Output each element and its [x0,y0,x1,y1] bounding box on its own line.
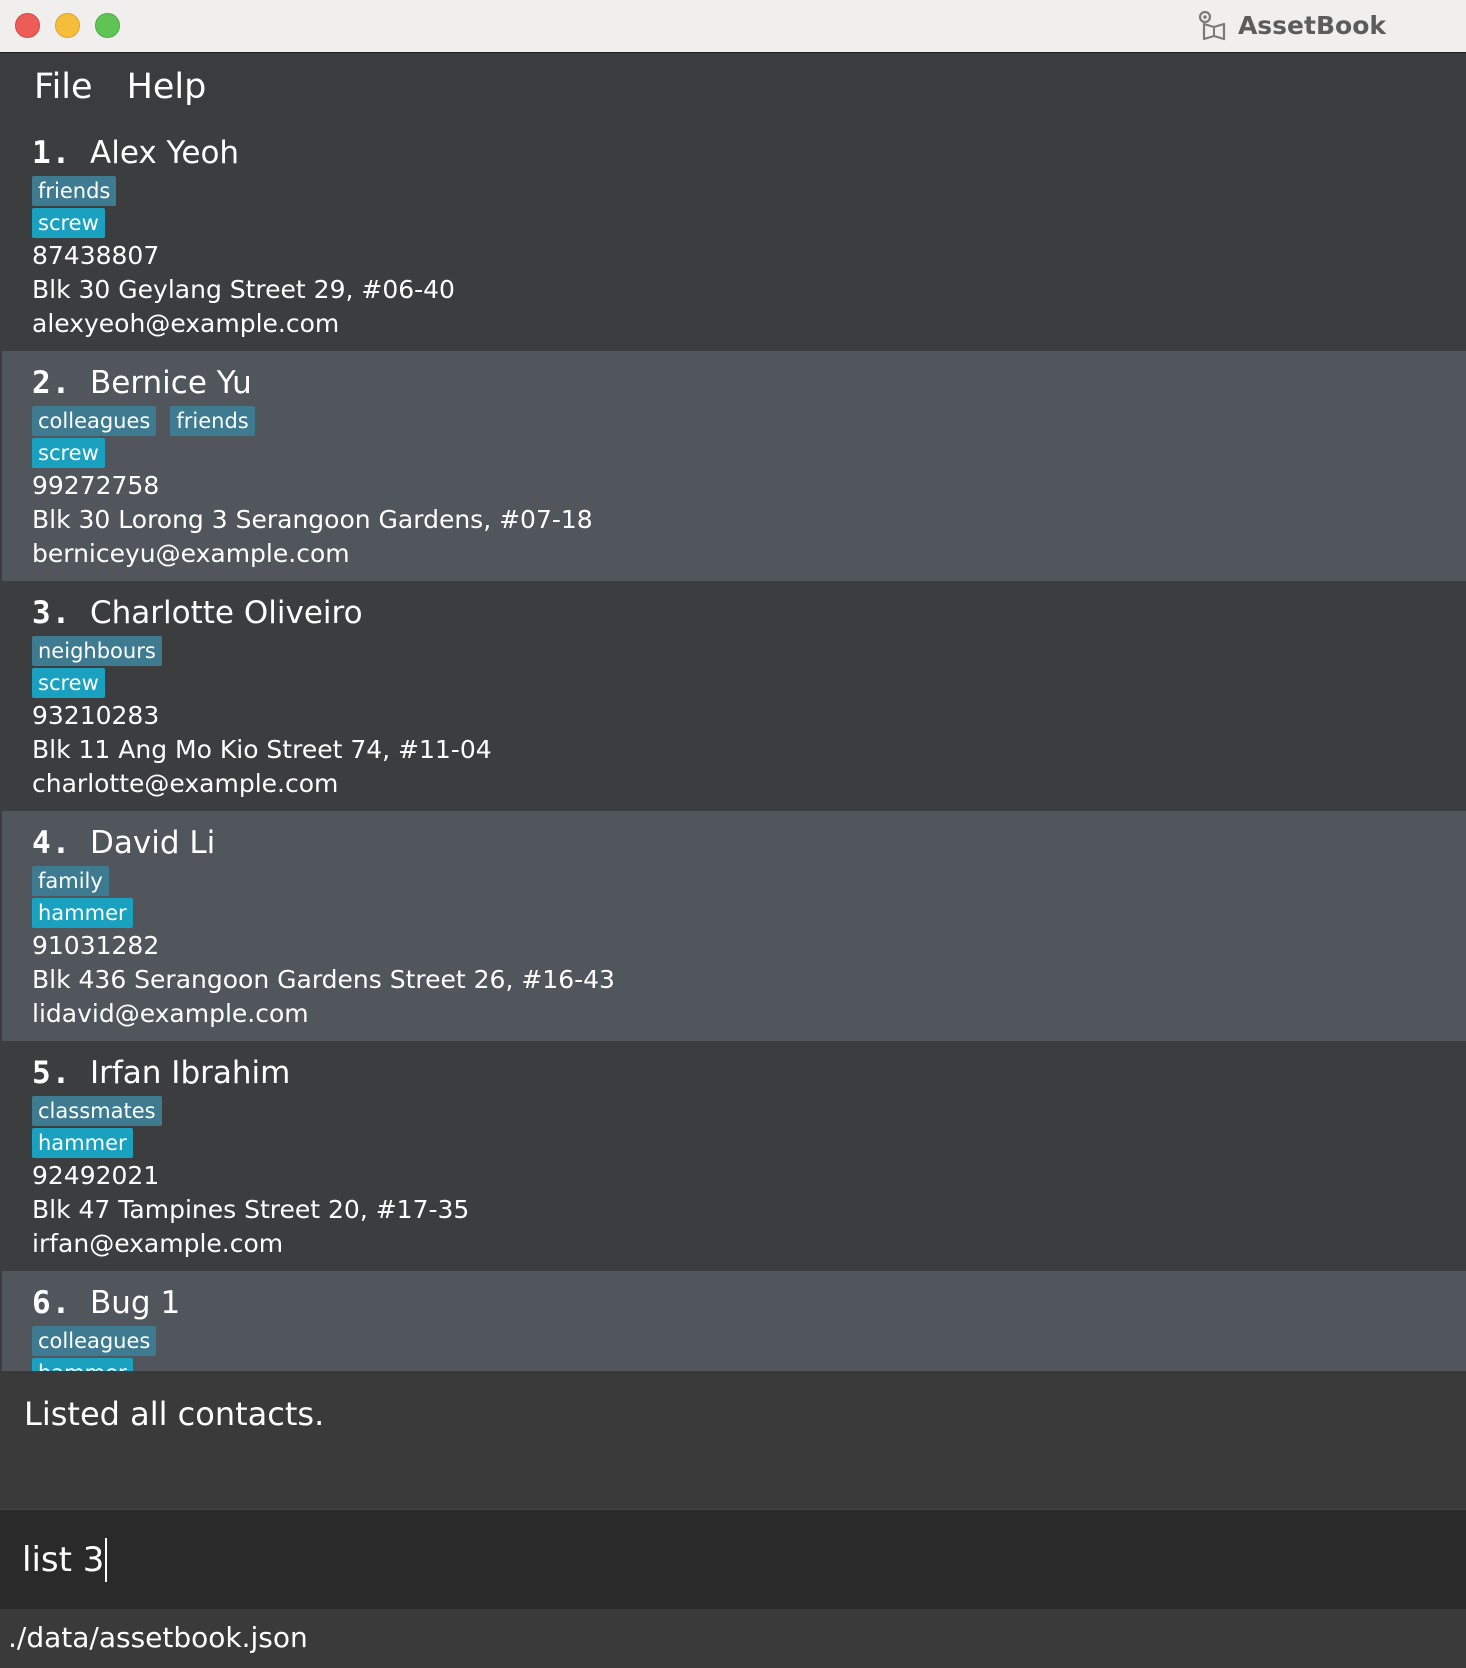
status-bar: ./data/assetbook.json [0,1609,1466,1668]
group-tag: classmates [32,1096,162,1126]
contact-index: 3. [32,595,72,631]
tag-row: neighbours [32,635,1466,667]
tag-row: screw [32,437,1466,469]
asset-tag: hammer [32,1128,133,1158]
result-message: Listed all contacts. [24,1395,325,1433]
command-input[interactable]: list 3 [22,1538,108,1582]
contact-phone: 92492021 [32,1161,160,1190]
contact-index: 4. [32,825,72,861]
zoom-window-button[interactable] [95,13,120,38]
contact-phone: 87438807 [32,241,160,270]
contact-card[interactable]: 4. David Li family hammer 91031282 Blk 436 Se… [2,811,1466,1041]
tag-row: hammer [32,1357,1466,1371]
contact-address: Blk 30 Geylang Street 29, #06-40 [32,275,455,304]
contact-email: berniceyu@example.com [32,539,350,568]
asset-tag: screw [32,438,105,468]
contact-name: Irfan Ibrahim [90,1055,291,1091]
group-tag: friends [170,406,255,436]
tag-row: hammer [32,897,1466,929]
tag-row: classmates [32,1095,1466,1127]
contact-index: 6. [32,1285,72,1321]
contact-name: Bernice Yu [90,365,252,401]
command-text: list 3 [22,1540,105,1580]
contact-card[interactable]: 3. Charlotte Oliveiro neighbours screw 93210… [2,581,1466,811]
contact-list[interactable]: 1. Alex Yeoh friends screw 87438807 Blk 30 Ge… [2,121,1466,1371]
asset-tag: hammer [32,898,133,928]
contact-index: 2. [32,365,72,401]
contact-header: 4. David Li [32,821,1466,865]
contact-index: 5. [32,1055,72,1091]
result-display: Listed all contacts. [0,1371,1466,1509]
contact-name: Alex Yeoh [90,135,240,171]
group-tag: colleagues [32,1326,157,1356]
book-icon [1198,10,1226,41]
contact-card[interactable]: 2. Bernice Yu colleagues friends screw 992727… [2,351,1466,581]
tag-row: screw [32,667,1466,699]
contact-email: charlotte@example.com [32,769,339,798]
minimize-window-button[interactable] [55,13,80,38]
group-tag: neighbours [32,636,162,666]
contact-email: alexyeoh@example.com [32,309,340,338]
group-tag: colleagues [32,406,157,436]
contact-index: 1. [32,135,72,171]
tag-row: friends [32,175,1466,207]
command-box[interactable]: list 3 [0,1509,1466,1609]
close-window-button[interactable] [15,13,40,38]
contact-header: 5. Irfan Ibrahim [32,1051,1466,1095]
tag-row: colleagues [32,1325,1466,1357]
tag-row: colleagues friends [32,405,1466,437]
app-name: AssetBook [1237,10,1386,40]
asset-tag: hammer [32,1358,133,1371]
menu-file[interactable]: File [17,67,110,107]
contact-address: Blk 436 Serangoon Gardens Street 26, #16… [32,965,615,994]
window-title: AssetBook [1196,8,1386,42]
menu-bar: File Help [0,53,1466,121]
menu-help[interactable]: Help [109,67,224,107]
contact-name: David Li [90,825,216,861]
contact-address: Blk 30 Lorong 3 Serangoon Gardens, #07-1… [32,505,593,534]
tag-row: family [32,865,1466,897]
contact-name: Bug 1 [90,1285,181,1321]
asset-tag: screw [32,668,105,698]
tag-row: screw [32,207,1466,239]
text-caret [105,1538,108,1582]
contact-header: 2. Bernice Yu [32,361,1466,405]
contact-name: Charlotte Oliveiro [90,595,363,631]
contact-phone: 93210283 [32,701,160,730]
contact-phone: 99272758 [32,471,160,500]
contact-card[interactable]: 1. Alex Yeoh friends screw 87438807 Blk 30 Ge… [2,121,1466,351]
contact-address: Blk 47 Tampines Street 20, #17-35 [32,1195,470,1224]
contact-email: lidavid@example.com [32,999,309,1028]
title-bar: AssetBook [0,0,1466,53]
contact-address: Blk 11 Ang Mo Kio Street 74, #11-04 [32,735,492,764]
contact-header: 3. Charlotte Oliveiro [32,591,1466,635]
save-location: ./data/assetbook.json [8,1621,308,1654]
asset-tag: screw [32,208,105,238]
contact-card[interactable]: 6. Bug 1 colleagues hammer [2,1271,1466,1371]
contact-header: 6. Bug 1 [32,1281,1466,1325]
group-tag: family [32,866,109,896]
contact-email: irfan@example.com [32,1229,284,1258]
group-tag: friends [32,176,117,206]
contact-card[interactable]: 5. Irfan Ibrahim classmates hammer 92492021 B… [2,1041,1466,1271]
tag-row: hammer [32,1127,1466,1159]
contact-phone: 91031282 [32,931,160,960]
contact-header: 1. Alex Yeoh [32,131,1466,175]
